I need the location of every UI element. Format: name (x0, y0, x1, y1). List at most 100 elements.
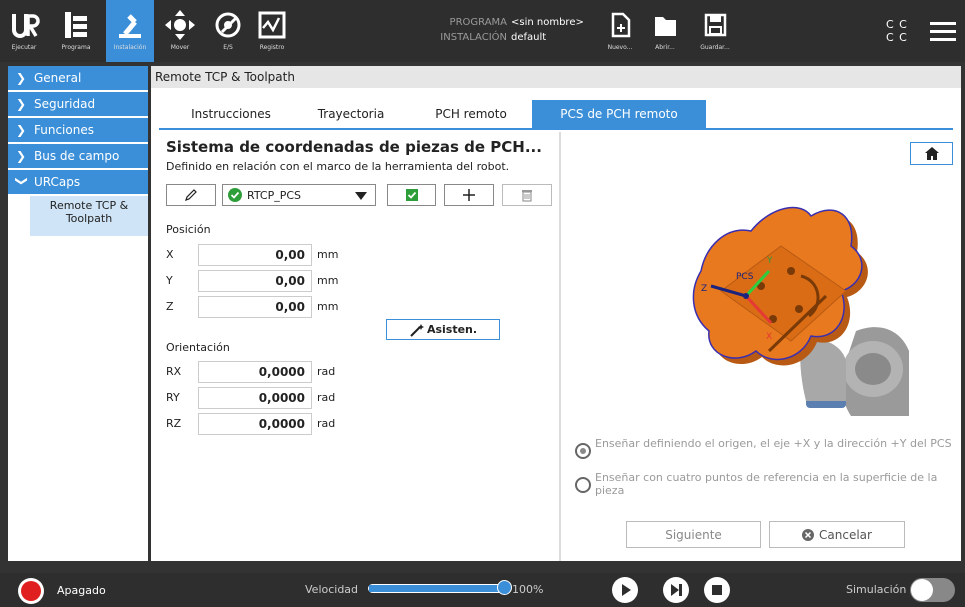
guardar-button[interactable]: Guardar... (690, 0, 740, 62)
instalacion-title: INSTALACIÓN (440, 32, 507, 43)
es-button[interactable]: E/S (208, 0, 248, 62)
power-status-icon (21, 581, 41, 601)
y-unit: mm (317, 274, 339, 287)
tab-underline (159, 128, 953, 130)
workpiece-hole (787, 267, 795, 275)
sidebar: ❯ General ❯ Seguridad ❯ Funciones ❯ Bus de c… (8, 66, 148, 561)
tab-instrucciones[interactable]: Instrucciones (171, 100, 291, 128)
sidebar-subitem-remote-tcp[interactable]: Remote TCP & Toolpath (30, 196, 148, 236)
speed-value: 100% (512, 583, 544, 596)
wizard-button[interactable]: Asisten. (386, 319, 500, 340)
speed-slider-fill (369, 585, 502, 592)
delete-button[interactable] (502, 184, 552, 206)
check-circle-icon (228, 188, 242, 202)
mover-button[interactable]: Mover (160, 0, 200, 62)
wizard-button-label: Asisten. (426, 323, 478, 336)
abrir-button[interactable]: Abrir... (645, 0, 685, 62)
pencil-icon (185, 189, 197, 201)
page-title: Remote TCP & Toolpath (151, 66, 961, 88)
power-button[interactable] (18, 578, 44, 604)
programa-button[interactable]: Programa (48, 0, 104, 62)
robot-arm-icon (119, 14, 141, 38)
stop-icon (712, 585, 722, 595)
home-view-button[interactable] (910, 142, 953, 165)
z-axis-label: Z (701, 284, 707, 294)
checkbox-icon (405, 189, 418, 201)
cc-status-bottom: C C (886, 31, 908, 44)
play-button[interactable] (612, 577, 638, 603)
registro-button[interactable]: Registro (252, 0, 292, 62)
chevron-right-icon: ❯ (16, 71, 27, 85)
dropdown-arrow-icon (355, 192, 367, 200)
sidebar-item-label: Funciones (34, 123, 94, 137)
rz-input[interactable]: 0,0000 (198, 413, 312, 435)
pcs-origin (743, 293, 749, 299)
pcs-select[interactable]: RTCP_PCS (222, 184, 376, 206)
speed-slider-track[interactable] (368, 584, 503, 593)
bottom-bar: Apagado Velocidad 100% Simulación (0, 573, 965, 607)
option-origin-radio[interactable] (575, 443, 591, 459)
sidebar-item-label: Seguridad (34, 97, 96, 111)
step-button[interactable] (663, 577, 689, 603)
programa-value: <sin nombre> (511, 17, 584, 28)
workpiece-hole (795, 305, 803, 313)
tab-pcs-de-pch-remoto[interactable]: PCS de PCH remoto (532, 100, 706, 128)
speed-label: Velocidad (305, 583, 359, 596)
sidebar-item-bus-de-campo[interactable]: ❯ Bus de campo (8, 144, 148, 168)
ejecutar-button[interactable]: Ejecutar (0, 0, 48, 62)
simulation-label: Simulación (846, 583, 907, 596)
abrir-label: Abrir... (655, 44, 675, 51)
tab-trayectoria[interactable]: Trayectoria (301, 100, 401, 128)
x-axis-label: X (766, 332, 772, 342)
y-axis-label: Y (766, 256, 773, 266)
section-subheading: Definido en relación con el marco de la … (166, 160, 510, 173)
home-icon (924, 147, 939, 160)
next-button-label: Siguiente (665, 527, 722, 542)
guardar-label: Guardar... (700, 44, 730, 51)
save-icon (704, 13, 727, 37)
mover-label: Mover (170, 44, 190, 51)
stop-button[interactable] (704, 577, 730, 603)
rx-input[interactable]: 0,0000 (198, 361, 312, 383)
io-icon (215, 12, 241, 38)
speed-slider-handle[interactable] (497, 580, 512, 595)
x-input[interactable]: 0,00 (198, 244, 312, 266)
rx-unit: rad (317, 365, 336, 378)
top-bar: Ejecutar Programa Instalación Mover E/S … (0, 0, 965, 62)
sidebar-item-funciones[interactable]: ❯ Funciones (8, 118, 148, 142)
cancel-button[interactable]: Cancelar (769, 521, 905, 548)
move-arrows-icon (165, 10, 195, 40)
ry-unit: rad (317, 391, 336, 404)
sidebar-item-label: URCaps (34, 175, 81, 189)
z-input[interactable]: 0,00 (198, 296, 312, 318)
simulation-toggle[interactable] (910, 578, 955, 602)
log-graph-icon (258, 11, 286, 39)
new-file-icon (611, 12, 631, 38)
sidebar-item-general[interactable]: ❯ General (8, 66, 148, 90)
cancel-circle-icon (802, 528, 815, 541)
next-button[interactable]: Siguiente (626, 521, 761, 548)
programa-title: PROGRAMA (449, 17, 507, 28)
program-tree-icon (65, 12, 87, 38)
add-button[interactable] (444, 184, 494, 206)
ry-input[interactable]: 0,0000 (198, 387, 312, 409)
tab-pch-remoto[interactable]: PCH remoto (416, 100, 526, 128)
ur-logo-icon (12, 14, 40, 38)
magic-wand-icon (410, 323, 424, 337)
z-unit: mm (317, 300, 339, 313)
sidebar-item-seguridad[interactable]: ❯ Seguridad (8, 92, 148, 116)
edit-button[interactable] (166, 184, 216, 206)
instalacion-button[interactable]: Instalación (106, 0, 154, 62)
chevron-down-icon: ❯ (15, 176, 29, 187)
panel-divider (559, 132, 561, 561)
verify-button[interactable] (387, 184, 436, 206)
workpiece-illustration: PCS Z Y X (692, 206, 909, 416)
ejecutar-label: Ejecutar (11, 44, 37, 51)
nuevo-button[interactable]: Nuevo... (600, 0, 640, 62)
hamburger-menu-icon[interactable] (930, 22, 956, 42)
pcs-axis-label: PCS (736, 272, 754, 282)
position-label: Posición (166, 223, 211, 236)
y-input[interactable]: 0,00 (198, 270, 312, 292)
option-four-points-radio[interactable] (575, 477, 591, 493)
sidebar-item-urcaps[interactable]: ❯ URCaps (8, 170, 148, 194)
